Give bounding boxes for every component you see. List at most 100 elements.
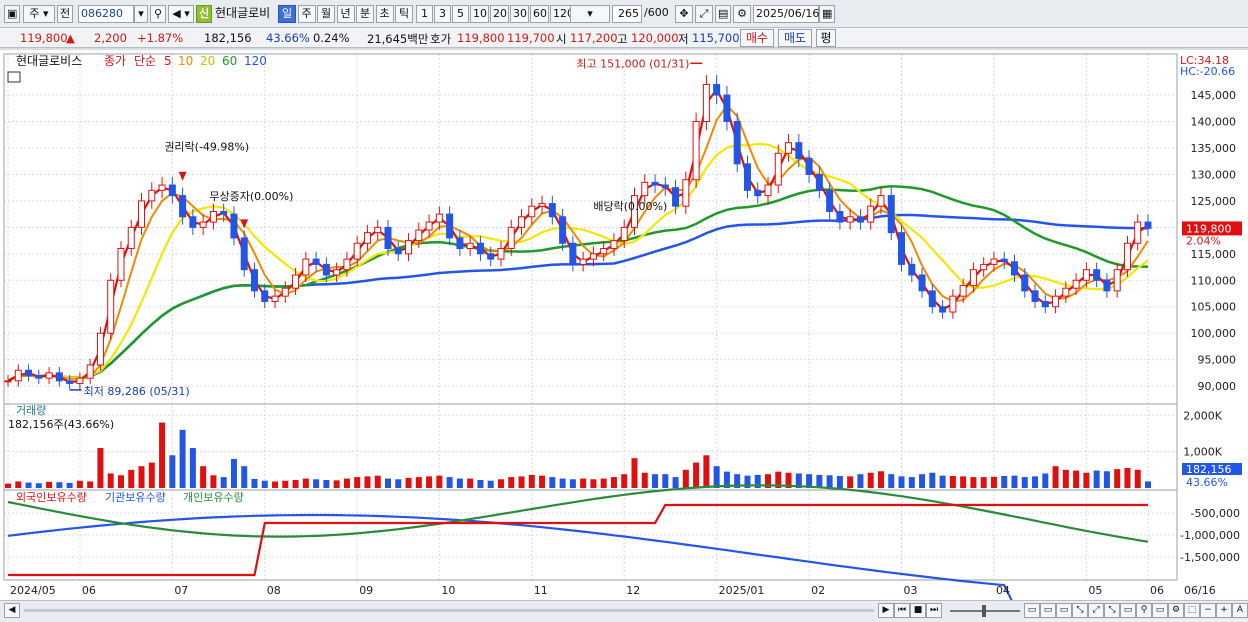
stock-code-input[interactable]: 086280 bbox=[78, 5, 134, 23]
volume-tick-label: 2,000K bbox=[1183, 409, 1222, 422]
settings-icon[interactable]: ⚙ bbox=[1168, 603, 1184, 618]
volume-bar bbox=[631, 458, 638, 488]
interval-button-60[interactable]: 60 bbox=[530, 5, 549, 23]
candle-body bbox=[220, 210, 228, 215]
tool-icon-9[interactable]: ▭ bbox=[1152, 603, 1168, 618]
candle-body bbox=[179, 195, 187, 218]
candle-body bbox=[661, 184, 669, 189]
candle-body bbox=[774, 152, 782, 186]
volume-bar bbox=[343, 478, 350, 488]
first-icon[interactable]: ⏮ bbox=[894, 603, 910, 618]
zoom-in-icon[interactable]: + bbox=[1216, 603, 1232, 618]
count-input[interactable]: 265 bbox=[612, 5, 642, 23]
font-icon[interactable]: A bbox=[1232, 603, 1248, 618]
chart-labels: 145,000140,000135,000130,000125,000120,0… bbox=[7, 54, 1242, 597]
chart-menu-icon[interactable]: ▣ bbox=[4, 5, 20, 23]
stop-icon[interactable]: ■ bbox=[910, 603, 926, 618]
sell-button[interactable]: 매도 bbox=[778, 29, 812, 47]
period-button-0[interactable]: 일 bbox=[278, 5, 296, 23]
volume-bar bbox=[87, 481, 94, 488]
candle-body bbox=[1072, 279, 1080, 289]
buy-button[interactable]: 매수 bbox=[740, 29, 774, 47]
volume-bar bbox=[5, 483, 11, 488]
market-dropdown[interactable]: 주 ▾ bbox=[23, 5, 55, 23]
period-button-2[interactable]: 월 bbox=[317, 5, 335, 23]
x-tick-label: 08 bbox=[267, 584, 281, 597]
chart-svg[interactable]: 145,000140,000135,000130,000125,000120,0… bbox=[0, 50, 1248, 616]
holdings-tick-label: -1,000,000 bbox=[1180, 529, 1240, 542]
tool-icon-8[interactable]: ⚲ bbox=[1136, 603, 1152, 618]
prev-button[interactable]: 전 bbox=[57, 5, 73, 23]
candle-body bbox=[702, 83, 710, 123]
candle-body bbox=[949, 295, 957, 313]
tool-icon-3[interactable]: ▭ bbox=[1056, 603, 1072, 618]
eval-button[interactable]: 평 bbox=[816, 29, 836, 47]
volume-bar bbox=[980, 477, 987, 488]
new-badge[interactable]: 신 bbox=[196, 5, 212, 23]
volume-bar bbox=[816, 474, 823, 488]
zoom-out-icon[interactable]: − bbox=[1200, 603, 1216, 618]
tool-icon-5[interactable]: ⤢ bbox=[1088, 603, 1104, 618]
settings-icon[interactable]: ⚙ bbox=[733, 5, 751, 23]
candle-body bbox=[1082, 269, 1090, 281]
scroll-left-icon[interactable]: ◀ bbox=[4, 603, 20, 618]
interval-button-10[interactable]: 10 bbox=[470, 5, 489, 23]
code-dropdown-icon[interactable]: ▾ bbox=[134, 5, 148, 23]
search-icon[interactable]: ⚲ bbox=[150, 5, 166, 23]
save-icon[interactable]: ▤ bbox=[715, 5, 731, 23]
volume-bar bbox=[610, 477, 617, 488]
tool-icon-4[interactable]: ⤡ bbox=[1072, 603, 1088, 618]
volume-bar bbox=[1083, 472, 1090, 488]
tool-icon-7[interactable]: ▭ bbox=[1120, 603, 1136, 618]
volume-bar bbox=[405, 477, 412, 488]
scroll-right-icon[interactable]: ▶ bbox=[878, 603, 894, 618]
candle-body bbox=[764, 184, 772, 197]
candle-body bbox=[1000, 258, 1008, 263]
chart-icon[interactable]: ⬚ bbox=[1184, 603, 1200, 618]
period-button-1[interactable]: 주 bbox=[297, 5, 316, 23]
chart-area[interactable]: 145,000140,000135,000130,000125,000120,0… bbox=[0, 50, 1248, 616]
last-icon[interactable]: ⏭ bbox=[926, 603, 942, 618]
volume-bar bbox=[497, 479, 504, 488]
candle-body bbox=[209, 210, 217, 223]
calendar-icon[interactable]: ▦ bbox=[819, 5, 835, 23]
period-button-5[interactable]: 초 bbox=[375, 5, 394, 23]
interval-button-5[interactable]: 5 bbox=[452, 5, 469, 23]
period-button-6[interactable]: 틱 bbox=[395, 5, 413, 23]
holdings-tick-label: -500,000 bbox=[1191, 507, 1240, 520]
tool-icon-2[interactable]: ▭ bbox=[1040, 603, 1056, 618]
period-button-4[interactable]: 분 bbox=[356, 5, 374, 23]
candle-body bbox=[189, 216, 197, 228]
volume-bar bbox=[210, 475, 217, 488]
x-tick-label: 05 bbox=[1088, 584, 1102, 597]
volume-bar bbox=[323, 480, 330, 488]
candle-body bbox=[528, 205, 536, 218]
volume-bar bbox=[200, 466, 207, 488]
candle-body bbox=[405, 240, 413, 255]
candle-body bbox=[281, 287, 289, 297]
interval-button-1[interactable]: 1 bbox=[416, 5, 433, 23]
interval-button-3[interactable]: 3 bbox=[434, 5, 451, 23]
zoom-slider-thumb[interactable] bbox=[982, 605, 986, 617]
scrollbar-track[interactable] bbox=[24, 609, 874, 612]
volume-bar bbox=[1134, 469, 1141, 488]
volume-bar bbox=[652, 474, 659, 488]
candle-body bbox=[928, 290, 936, 308]
draw-tool-icon[interactable]: ⤢ bbox=[695, 5, 713, 23]
volume-bar bbox=[241, 466, 248, 488]
crosshair-icon[interactable]: ✥ bbox=[675, 5, 693, 23]
period-button-3[interactable]: 년 bbox=[336, 5, 355, 23]
volume-bar bbox=[713, 466, 720, 488]
interval-button-30[interactable]: 30 bbox=[510, 5, 529, 23]
open-label: 시 bbox=[556, 32, 567, 46]
volume-bar bbox=[970, 477, 977, 488]
interval-dropdown[interactable]: ▾ bbox=[570, 5, 610, 23]
speaker-icon[interactable]: ◀ ▾ bbox=[168, 5, 194, 23]
interval-button-120[interactable]: 120 bbox=[550, 5, 574, 23]
tool-icon-6[interactable]: ⤡ bbox=[1104, 603, 1120, 618]
tool-icon-1[interactable]: ▭ bbox=[1024, 603, 1040, 618]
volume-bar bbox=[117, 475, 124, 488]
interval-button-20[interactable]: 20 bbox=[490, 5, 509, 23]
date-input[interactable]: 2025/06/16 bbox=[753, 5, 819, 23]
moving-average-lines bbox=[7, 87, 1149, 384]
